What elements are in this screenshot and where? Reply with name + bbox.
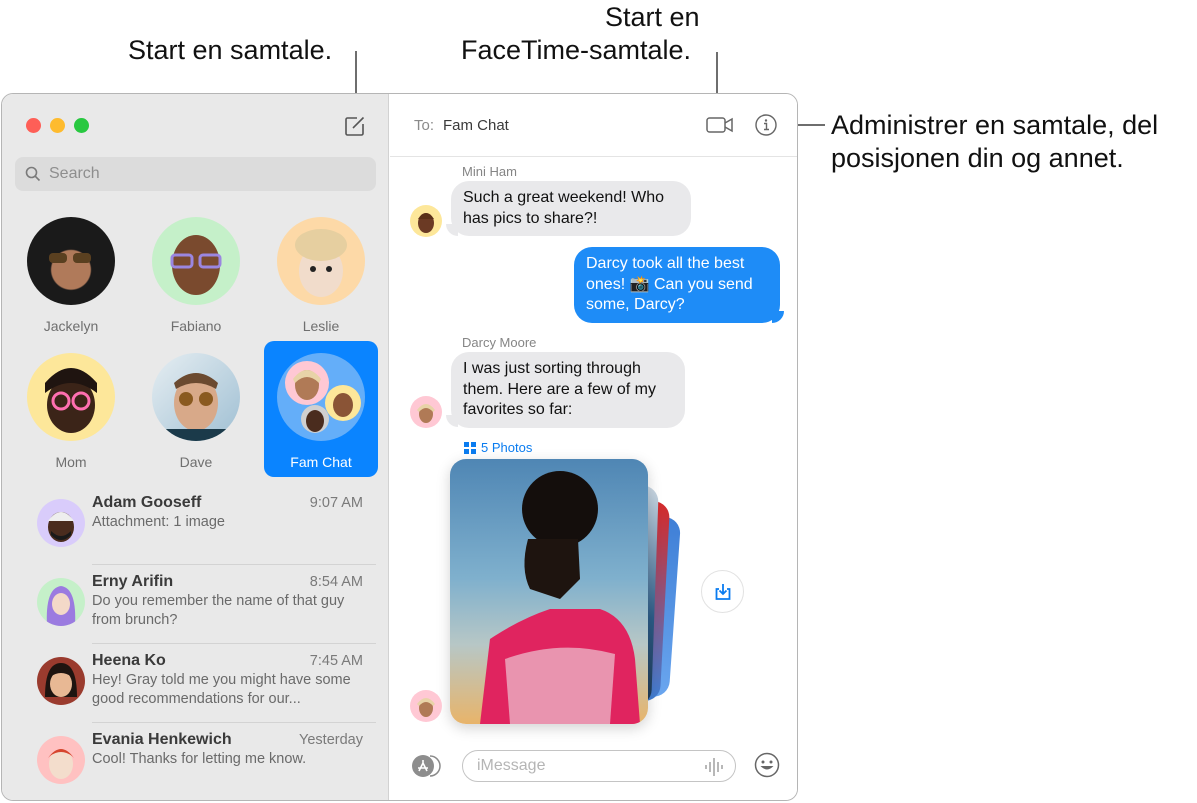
grid-icon: [464, 441, 476, 454]
search-input[interactable]: [49, 165, 349, 183]
minimize-window-button[interactable]: [50, 118, 65, 133]
conversation-preview: Attachment: 1 image: [92, 514, 225, 530]
conversation-erny-arifin[interactable]: Erny Arifin 8:54 AM Do you remember the …: [2, 565, 389, 644]
conversation-adam-gooseff[interactable]: Adam Gooseff 9:07 AM Attachment: 1 image: [2, 486, 389, 565]
photo-stack[interactable]: [450, 459, 682, 729]
sunglasses-icon: [49, 253, 91, 263]
sender-name: Mini Ham: [462, 164, 517, 179]
pinned-mom[interactable]: Mom: [14, 347, 128, 483]
to-label: To:: [414, 117, 435, 134]
search-icon: [25, 166, 41, 182]
zoom-window-button[interactable]: [74, 118, 89, 133]
pinned-label: Fam Chat: [290, 454, 352, 470]
avatar-jackelyn: [27, 217, 115, 305]
photos-link[interactable]: 5 Photos: [464, 440, 532, 455]
avatar-leslie: [277, 217, 365, 305]
callout-compose: Start en samtale.: [128, 35, 333, 65]
callout-facetime-2: FaceTime-samtale.: [461, 35, 692, 65]
app-store-icon: [412, 755, 441, 777]
emoji-button[interactable]: [754, 752, 780, 778]
details-button[interactable]: [754, 113, 778, 137]
conversation-name: Heena Ko: [92, 652, 166, 669]
conversation-name: Adam Gooseff: [92, 494, 202, 511]
avatar-mini-ham: [410, 205, 442, 237]
waveform-icon: [705, 758, 723, 776]
info-icon: [755, 114, 777, 136]
download-icon: [715, 583, 730, 600]
callout-details-1: Administrer en samtale, del: [831, 110, 1159, 140]
smiley-icon: [754, 752, 780, 778]
save-photos-button[interactable]: [701, 570, 744, 613]
close-window-button[interactable]: [26, 118, 41, 133]
conversation-evania-henkewich[interactable]: Evania Henkewich Yesterday Cool! Thanks …: [2, 723, 389, 800]
message-bubble[interactable]: Such a great weekend! Who has pics to sh…: [451, 181, 691, 236]
message-bubble[interactable]: Darcy took all the best ones! 📸 Can you …: [574, 247, 780, 323]
avatar-dave: [152, 353, 240, 441]
conversation-name: Evania Henkewich: [92, 731, 232, 748]
pinned-label: Leslie: [302, 318, 340, 334]
compose-button[interactable]: [343, 114, 367, 138]
conversation-preview: Hey! Gray told me you might have some go…: [92, 672, 351, 707]
audio-message-button[interactable]: [703, 757, 725, 777]
video-camera-icon: [706, 117, 733, 133]
pinned-leslie[interactable]: Leslie: [264, 211, 378, 347]
callout-details-2: posisjonen din og annet.: [831, 143, 1124, 173]
photo-card-front: [450, 459, 648, 724]
pinned-fabiano[interactable]: Fabiano: [139, 211, 253, 347]
avatar-erny-arifin: [37, 578, 85, 626]
conversation-time: 7:45 AM: [309, 653, 363, 669]
pinned-fam-chat[interactable]: Fam Chat: [264, 341, 378, 477]
conversation-preview: Do you remember the name of that guy fro…: [92, 593, 345, 628]
messages-window: Jackelyn Fabiano Leslie Mom Dave: [1, 93, 798, 801]
chat-pane: To: Fam Chat Mini Ham Such a great weeke…: [390, 94, 797, 800]
sidebar: Jackelyn Fabiano Leslie Mom Dave: [2, 94, 389, 800]
pinned-label: Fabiano: [170, 318, 222, 334]
recipient-field[interactable]: Fam Chat: [443, 117, 509, 134]
conversation-heena-ko[interactable]: Heena Ko 7:45 AM Hey! Gray told me you m…: [2, 644, 389, 723]
conversation-time: 8:54 AM: [309, 574, 363, 590]
avatar-evania-henkewich: [37, 736, 85, 784]
photo-image: [480, 471, 640, 724]
facetime-button[interactable]: [706, 114, 734, 136]
avatar-darcy-moore: [410, 396, 442, 428]
callout-facetime-1: Start en: [605, 2, 700, 32]
sender-name: Darcy Moore: [462, 335, 537, 350]
avatar-darcy-moore: [410, 690, 442, 722]
avatar-fam-chat: [277, 353, 365, 441]
conversation-time: Yesterday: [299, 732, 363, 748]
avatar-mom: [27, 353, 115, 441]
search-field[interactable]: [15, 157, 376, 191]
pinned-dave[interactable]: Dave: [139, 347, 253, 483]
compose-icon: [345, 116, 365, 136]
avatar-heena-ko: [37, 657, 85, 705]
message-input-field[interactable]: [462, 750, 736, 782]
apps-button[interactable]: [408, 753, 442, 779]
photos-count-label: 5 Photos: [481, 440, 533, 455]
pinned-jackelyn[interactable]: Jackelyn: [14, 211, 128, 347]
conversation-preview: Cool! Thanks for letting me know.: [92, 751, 307, 767]
pinned-label: Dave: [179, 454, 213, 470]
conversation-time: 9:07 AM: [309, 495, 363, 511]
pinned-label: Mom: [55, 454, 87, 470]
conversation-name: Erny Arifin: [92, 573, 174, 590]
avatar-adam-gooseff: [37, 499, 85, 547]
message-bubble[interactable]: I was just sorting through them. Here ar…: [451, 352, 685, 428]
message-input[interactable]: [477, 757, 697, 775]
avatar-fabiano: [152, 217, 240, 305]
chat-header: To: Fam Chat: [390, 94, 797, 157]
pinned-label: Jackelyn: [43, 318, 99, 334]
